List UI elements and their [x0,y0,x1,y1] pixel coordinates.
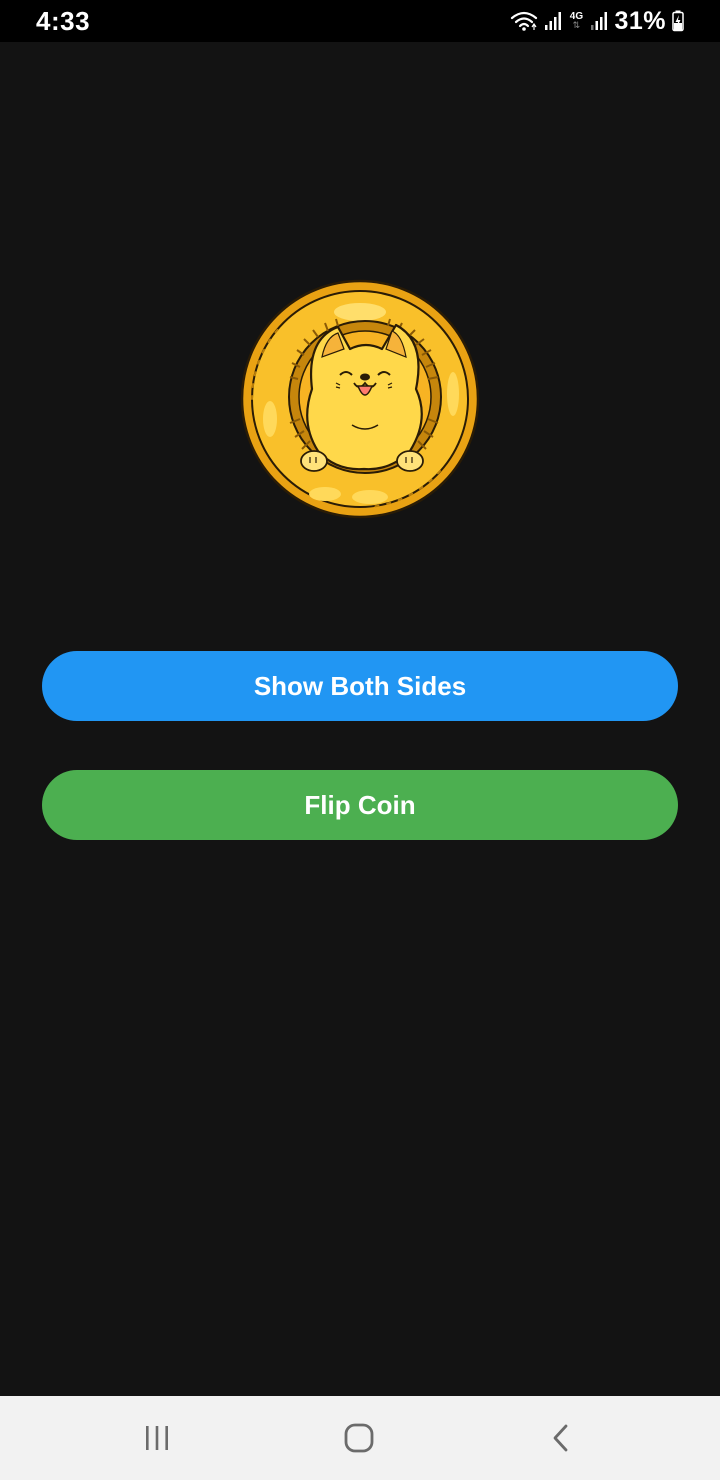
show-both-sides-button[interactable]: Show Both Sides [42,651,678,721]
network-type-label: 4G [569,10,584,22]
navigation-bar [0,1396,720,1480]
battery-percentage: 31% [614,6,666,35]
wifi-icon [510,10,538,32]
status-icons: 4G ⇅ 31% [510,6,684,36]
signal-icon [590,10,608,32]
home-icon[interactable] [329,1414,389,1462]
shiba-dog-coin-icon [240,279,480,519]
back-icon[interactable] [531,1414,591,1462]
battery-charging-icon [672,10,684,32]
recent-apps-icon[interactable] [127,1414,187,1462]
network-type-indicator: 4G ⇅ [568,10,584,31]
status-bar: 4:33 4G ⇅ 31% [0,0,720,42]
status-time: 4:33 [36,6,91,36]
data-arrows-icon: ⇅ [572,20,581,31]
signal-icon [544,10,562,32]
flip-coin-button[interactable]: Flip Coin [42,770,678,840]
